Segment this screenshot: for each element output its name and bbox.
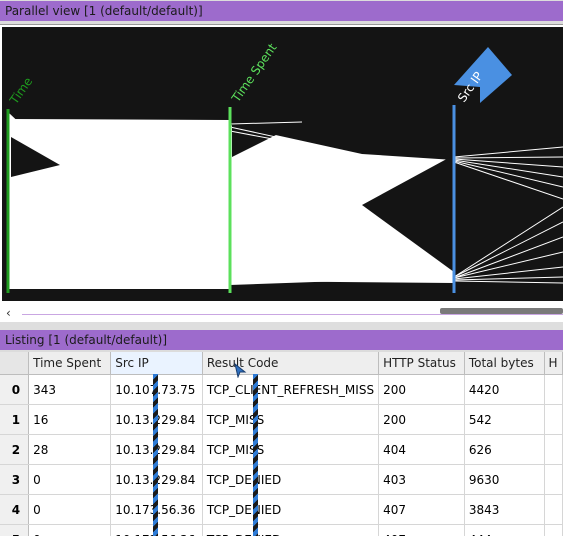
table-row[interactable]: 2 28 10.13.229.84 TCP_MISS 404 626 (0, 434, 563, 465)
cell-time-spent[interactable]: 28 (28, 434, 112, 465)
table-row[interactable]: 0 343 10.107.73.75 TCP_CLIENT_REFRESH_MI… (0, 374, 563, 405)
cell-http-status[interactable]: 407 (378, 494, 465, 525)
listing-table: Time Spent Src IP Result Code HTTP Statu… (0, 352, 563, 536)
cell-total-bytes[interactable]: 626 (464, 434, 545, 465)
row-index[interactable]: 3 (0, 464, 30, 495)
column-header-http-status[interactable]: HTTP Status (378, 352, 465, 375)
cell-h[interactable] (544, 494, 563, 525)
cell-http-status[interactable]: 407 (378, 524, 465, 536)
cell-h[interactable] (544, 374, 563, 405)
parallel-view-title: Parallel view [1 (default/default)] (0, 1, 563, 21)
column-header-src-ip[interactable]: Src IP (110, 352, 203, 375)
horizontal-scrollbar[interactable]: ‹ (0, 303, 563, 323)
axis-label-time-spent: Time Spent (228, 41, 279, 106)
column-header-total-bytes[interactable]: Total bytes (464, 352, 545, 375)
cell-total-bytes[interactable]: 444 (464, 524, 545, 536)
column-resize-handle-icon[interactable] (233, 362, 247, 378)
row-index[interactable]: 1 (0, 404, 30, 435)
row-index[interactable]: 5 (0, 524, 30, 536)
corner-cell[interactable] (0, 352, 30, 375)
table-row[interactable]: 4 0 10.173.56.36 TCP_DENIED 407 3843 (0, 494, 563, 525)
cell-result-code[interactable]: TCP_MISS (202, 404, 380, 435)
cell-http-status[interactable]: 403 (378, 464, 465, 495)
row-index[interactable]: 2 (0, 434, 30, 465)
cell-total-bytes[interactable]: 542 (464, 404, 545, 435)
cell-total-bytes[interactable]: 9630 (464, 464, 545, 495)
table-row[interactable]: 3 0 10.13.229.84 TCP_DENIED 403 9630 (0, 464, 563, 495)
listing-title: Listing [1 (default/default)] (0, 330, 563, 350)
cell-http-status[interactable]: 404 (378, 434, 465, 465)
cell-h[interactable] (544, 404, 563, 435)
row-index[interactable]: 4 (0, 494, 30, 525)
cell-http-status[interactable]: 200 (378, 404, 465, 435)
listing-table-panel: Time Spent Src IP Result Code HTTP Statu… (0, 352, 563, 536)
axis-label-time: Time (6, 75, 35, 108)
cell-result-code[interactable]: TCP_MISS (202, 434, 380, 465)
table-row[interactable]: 1 16 10.13.229.84 TCP_MISS 200 542 (0, 404, 563, 435)
scrollbar-track[interactable] (22, 314, 563, 315)
cell-http-status[interactable]: 200 (378, 374, 465, 405)
column-header-time-spent[interactable]: Time Spent (28, 352, 112, 375)
panel-splitter[interactable] (0, 322, 563, 330)
column-header-h[interactable]: H (544, 352, 563, 375)
cell-time-spent[interactable]: 343 (28, 374, 112, 405)
table-header-row: Time Spent Src IP Result Code HTTP Statu… (0, 352, 563, 375)
column-header-result-code[interactable]: Result Code (202, 352, 380, 375)
selected-column-right-border (253, 374, 258, 536)
cell-time-spent[interactable]: 0 (28, 494, 112, 525)
cell-total-bytes[interactable]: 3843 (464, 494, 545, 525)
cell-h[interactable] (544, 524, 563, 536)
scrollbar-thumb[interactable] (440, 308, 563, 314)
scroll-left-icon[interactable]: ‹ (6, 303, 18, 323)
cell-total-bytes[interactable]: 4420 (464, 374, 545, 405)
cell-result-code[interactable]: TCP_DENIED (202, 494, 380, 525)
cell-h[interactable] (544, 464, 563, 495)
selected-column-left-border (153, 374, 158, 536)
parallel-coordinates-plot[interactable]: Time Time Spent Src IP (2, 27, 563, 301)
parallel-view-panel: Time Time Spent Src IP ‹ (0, 24, 563, 323)
cell-time-spent[interactable]: 16 (28, 404, 112, 435)
cell-result-code[interactable]: TCP_CLIENT_REFRESH_MISS (202, 374, 380, 405)
cell-time-spent[interactable]: 0 (28, 464, 112, 495)
table-row[interactable]: 5 0 10.173.56.36 TCP_DENIED 407 444 (0, 524, 563, 536)
cell-time-spent[interactable]: 0 (28, 524, 112, 536)
row-index[interactable]: 0 (0, 374, 30, 405)
cell-h[interactable] (544, 434, 563, 465)
cell-result-code[interactable]: TCP_DENIED (202, 464, 380, 495)
cell-result-code[interactable]: TCP_DENIED (202, 524, 380, 536)
parallel-coordinates-canvas[interactable]: Time Time Spent Src IP (2, 27, 563, 301)
